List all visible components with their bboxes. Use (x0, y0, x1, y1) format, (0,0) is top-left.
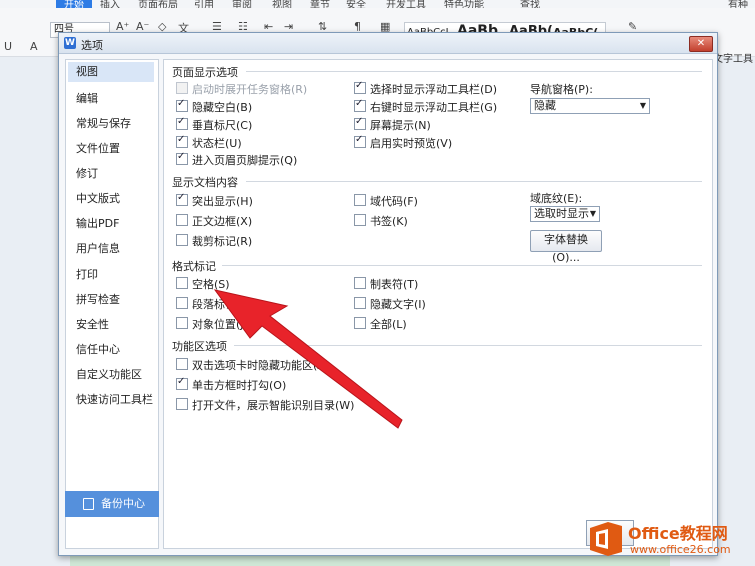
dialog-title: 选项 (81, 39, 103, 52)
checkbox-click-to-tick[interactable] (176, 376, 188, 390)
checkbox-spaces[interactable] (176, 277, 188, 289)
watermark-brand: Office教程网 (628, 524, 728, 543)
close-button[interactable]: ✕ (689, 36, 713, 52)
ribbon-tab-bar: 开始 插入 页面布局 引用 审阅 视图 章节 安全 开发工具 特色功能 查找 有… (0, 0, 755, 11)
label-highlight: 突出显示(H) (192, 195, 253, 208)
nav-item-trust-center[interactable]: 信任中心 (76, 341, 120, 357)
nav-item-spell-check[interactable]: 拼写检查 (76, 291, 120, 307)
label-hide-blank: 隐藏空白(B) (192, 101, 253, 114)
options-nav: 视图 编辑 常规与保存 文件位置 修订 中文版式 输出PDF 用户信息 打印 拼… (65, 59, 159, 549)
checkbox-tab-chars[interactable] (354, 277, 366, 289)
checkbox-show-taskpane[interactable] (176, 82, 188, 94)
checkbox-live-preview[interactable] (354, 134, 366, 148)
nav-item-chinese-layout[interactable]: 中文版式 (76, 190, 120, 206)
checkbox-highlight[interactable] (176, 192, 188, 206)
checkbox-status-bar[interactable] (176, 134, 188, 148)
section-divider (246, 181, 702, 182)
section-page-display: 页面显示选项 (172, 66, 238, 79)
label-paragraph-marks: 段落标记(M) (192, 298, 255, 311)
label-hidden-text: 隐藏文字(I) (370, 298, 426, 311)
watermark-url: www.office26.com (630, 543, 731, 556)
section-divider (246, 71, 702, 72)
label-all-marks: 全部(L) (370, 318, 407, 331)
label-object-anchors: 对象位置(J) (192, 318, 248, 331)
checkbox-bookmarks[interactable] (354, 214, 366, 226)
label-smart-toc: 打开文件，展示智能识别目录(W) (192, 399, 355, 412)
section-format-marks: 格式标记 (172, 260, 216, 273)
checkbox-field-codes[interactable] (354, 194, 366, 206)
label-status-bar: 状态栏(U) (192, 137, 242, 150)
nav-item-edit[interactable]: 编辑 (76, 90, 98, 106)
checkbox-smart-toc[interactable] (176, 398, 188, 410)
options-dialog: W 选项 ✕ 视图 编辑 常规与保存 文件位置 修订 中文版式 输出PDF 用户… (58, 32, 718, 556)
font-replace-button[interactable]: 字体替换(O)... (530, 230, 602, 264)
section-doc-content: 显示文档内容 (172, 176, 238, 189)
section-function-area: 功能区选项 (172, 340, 227, 353)
backup-icon (83, 498, 94, 510)
checkbox-hidden-text[interactable] (354, 297, 366, 309)
view-options-panel: 页面显示选项 启动时展开任务窗格(R) 隐藏空白(B) 垂直标尺(C) 状态栏(… (163, 59, 713, 549)
office-logo-icon (590, 522, 622, 556)
label-vertical-ruler: 垂直标尺(C) (192, 119, 253, 132)
field-shading-select[interactable]: 选取时显示 ▼ (530, 206, 600, 222)
label-screen-tips: 屏幕提示(N) (370, 119, 431, 132)
label-click-to-tick: 单击方框时打勾(O) (192, 379, 287, 392)
label-tab-chars: 制表符(T) (370, 278, 419, 291)
nav-item-customize-ribbon[interactable]: 自定义功能区 (76, 366, 142, 382)
dialog-titlebar[interactable]: W 选项 ✕ (59, 33, 717, 54)
label-field-codes: 域代码(F) (370, 195, 418, 208)
label-nav-pane: 导航窗格(P): (530, 83, 593, 96)
checkbox-screen-tips[interactable] (354, 116, 366, 130)
nav-item-quick-access[interactable]: 快速访问工具栏 (76, 391, 153, 407)
checkbox-object-anchors[interactable] (176, 317, 188, 329)
nav-item-revision[interactable]: 修订 (76, 165, 98, 181)
checkbox-hide-blank[interactable] (176, 98, 188, 112)
checkbox-dblclick-hide-ribbon[interactable] (176, 358, 188, 370)
label-text-border: 正文边框(X) (192, 215, 253, 228)
nav-pane-value: 隐藏 (534, 99, 556, 112)
nav-item-file-location[interactable]: 文件位置 (76, 140, 120, 156)
label-dblclick-hide-ribbon: 双击选项卡时隐藏功能区(A) (192, 359, 330, 372)
backup-center-button[interactable]: 备份中心 (65, 491, 159, 517)
checkbox-paragraph-marks[interactable] (176, 297, 188, 309)
label-field-shading: 域底纹(E): (530, 192, 583, 205)
nav-item-print[interactable]: 打印 (76, 266, 98, 282)
checkbox-crop-marks[interactable] (176, 234, 188, 246)
nav-item-security[interactable]: 安全性 (76, 316, 109, 332)
office-watermark: Office教程网 www.office26.com (588, 516, 753, 564)
nav-item-user-info[interactable]: 用户信息 (76, 240, 120, 256)
font-color-icon[interactable]: A (30, 40, 38, 53)
checkbox-float-toolbar-select[interactable] (354, 80, 366, 94)
text-tools-label[interactable]: 文字工具 (713, 50, 753, 65)
wps-app-icon: W (64, 37, 76, 49)
label-spaces: 空格(S) (192, 278, 230, 291)
label-float-toolbar-select: 选择时显示浮动工具栏(D) (370, 83, 498, 96)
checkbox-all-marks[interactable] (354, 317, 366, 329)
label-bookmarks: 书签(K) (370, 215, 408, 228)
checkbox-vertical-ruler[interactable] (176, 116, 188, 130)
chevron-down-icon: ▼ (589, 209, 596, 218)
section-divider (222, 265, 702, 266)
checkbox-text-border[interactable] (176, 214, 188, 226)
label-crop-marks: 裁剪标记(R) (192, 235, 253, 248)
label-live-preview: 启用实时预览(V) (370, 137, 453, 150)
label-header-footer-tip: 进入页眉页脚提示(Q) (192, 154, 298, 167)
backup-center-label: 备份中心 (101, 497, 145, 510)
nav-item-general-save[interactable]: 常规与保存 (76, 115, 131, 131)
label-show-taskpane: 启动时展开任务窗格(R) (192, 83, 308, 96)
checkbox-float-toolbar-rightclick[interactable] (354, 98, 366, 112)
underline-icon[interactable]: U (4, 40, 12, 53)
nav-item-view[interactable]: 视图 (68, 62, 154, 82)
chevron-down-icon: ▼ (639, 101, 646, 110)
field-shading-value: 选取时显示 (534, 207, 589, 220)
label-float-toolbar-rightclick: 右键时显示浮动工具栏(G) (370, 101, 498, 114)
nav-pane-select[interactable]: 隐藏 ▼ (530, 98, 650, 114)
nav-item-output-pdf[interactable]: 输出PDF (76, 215, 119, 231)
checkbox-header-footer-tip[interactable] (176, 151, 188, 165)
section-divider (234, 345, 702, 346)
